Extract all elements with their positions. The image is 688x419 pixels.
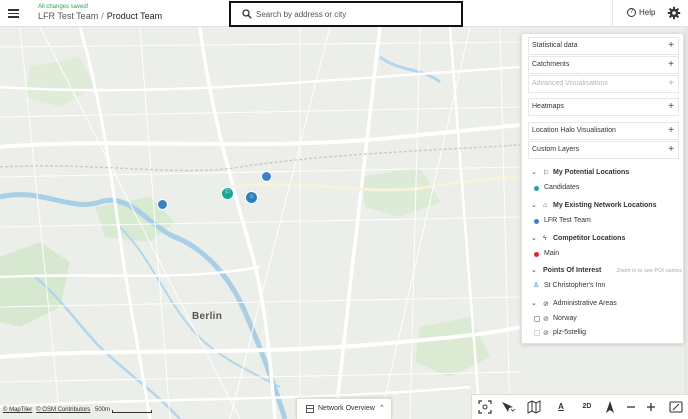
breadcrumb-separator: / (101, 11, 104, 21)
help-circle-icon: ? (627, 8, 636, 17)
existing-location-marker[interactable] (261, 171, 272, 182)
potential-location-marker[interactable]: ⚐ (221, 187, 234, 200)
search-icon (242, 9, 252, 19)
poi-icon: ♙ (533, 282, 540, 289)
network-location-marker[interactable]: ⌂ (245, 191, 258, 204)
fit-bounds-icon[interactable] (478, 400, 492, 414)
section-heatmaps[interactable]: Heatmaps + (528, 98, 679, 116)
section-label: Catchments (532, 61, 570, 68)
lightning-icon: ϟ (543, 235, 547, 242)
gear-icon[interactable] (667, 6, 681, 20)
group-label: Administrative Areas (553, 300, 617, 307)
group-potential-locations[interactable]: ⌄ ⚐ My Potential Locations (530, 167, 680, 181)
layers-panel: Statistical data + Catchments + Advanced… (521, 33, 684, 344)
layer-checkbox[interactable] (534, 330, 540, 336)
section-label: Statistical data (532, 42, 578, 49)
group-label: My Potential Locations (553, 169, 630, 176)
layer-color-dot (534, 219, 539, 224)
map-style-icon[interactable] (527, 400, 543, 414)
group-competitor-locations[interactable]: ⌄ ϟ Competitor Locations (530, 233, 680, 247)
layer-label: St Christopher's Inn (544, 282, 606, 289)
layer-norway[interactable]: ⊘ Norway (530, 314, 680, 326)
zoom-in-icon[interactable] (644, 400, 658, 414)
group-label: Competitor Locations (553, 235, 626, 242)
layer-plz-5stellig[interactable]: ⊘ plz-5stellig (530, 328, 680, 340)
breadcrumb-team[interactable]: LFR Test Team (38, 11, 98, 21)
plus-icon[interactable]: + (668, 40, 674, 51)
maptiler-link[interactable]: © MapTiler (3, 407, 32, 413)
section-catchments[interactable]: Catchments + (528, 56, 679, 74)
poi-zoom-hint: Zoom in to see POI names (616, 268, 682, 274)
layer-candidates[interactable]: Candidates (530, 183, 680, 195)
home-icon: ⌂ (543, 202, 548, 209)
help-button[interactable]: ? Help (612, 0, 660, 26)
section-label: Advanced Visualisations (532, 80, 608, 87)
breadcrumb-project[interactable]: Product Team (107, 11, 162, 21)
plus-icon[interactable]: + (668, 101, 674, 112)
top-bar: All changes saved! LFR Test Team / Product… (0, 0, 688, 27)
network-overview-button[interactable]: Network Overview ⌃ (296, 398, 392, 419)
section-label: Location Halo Visualisation (532, 127, 616, 134)
chevron-down-icon[interactable]: ⌄ (531, 299, 537, 307)
section-statistical-data[interactable]: Statistical data + (528, 37, 679, 55)
section-custom-layers[interactable]: Custom Layers + (528, 141, 679, 159)
layer-label: Candidates (544, 184, 580, 191)
plus-icon: + (668, 78, 674, 89)
section-label: Custom Layers (532, 146, 580, 153)
layer-main[interactable]: Main (530, 249, 680, 261)
hamburger-menu-icon[interactable] (6, 5, 22, 21)
network-overview-label: Network Overview (318, 405, 375, 412)
plus-icon[interactable]: + (668, 125, 674, 136)
chevron-down-icon[interactable]: ⌄ (531, 168, 537, 176)
plus-icon[interactable]: + (668, 144, 674, 155)
group-administrative-areas[interactable]: ⌄ ⊘ Administrative Areas (530, 298, 680, 312)
group-label: My Existing Network Locations (553, 202, 657, 209)
layer-label: Norway (553, 315, 577, 322)
chevron-down-icon[interactable]: ⌄ (531, 234, 537, 242)
layer-st-christophers-inn[interactable]: ♙ St Christopher's Inn (530, 281, 680, 293)
group-label: Points Of Interest (543, 267, 602, 274)
north-arrow-icon[interactable] (603, 400, 617, 414)
layer-checkbox[interactable] (534, 316, 540, 322)
zoom-out-icon[interactable] (624, 400, 638, 414)
section-advanced-visualisations: Advanced Visualisations + (528, 75, 679, 93)
map-toolbar: A 2D (471, 394, 688, 419)
plus-icon[interactable]: + (668, 59, 674, 70)
existing-location-marker[interactable] (157, 199, 168, 210)
section-location-halo[interactable]: Location Halo Visualisation + (528, 122, 679, 140)
scale-bar (112, 410, 152, 413)
eye-off-icon[interactable]: ⊘ (543, 315, 549, 323)
layer-label: plz-5stellig (553, 329, 587, 336)
breadcrumb: LFR Test Team / Product Team (38, 11, 162, 21)
search-input[interactable] (256, 6, 451, 22)
flag-icon: ⚐ (543, 170, 550, 177)
table-icon (306, 405, 314, 413)
eye-off-icon[interactable]: ⊘ (543, 329, 549, 337)
minimap-toggle-icon[interactable] (669, 400, 683, 414)
layer-label: LFR Test Team (544, 217, 591, 224)
chevron-down-icon[interactable]: ⌄ (531, 266, 537, 274)
osm-link[interactable]: © OSM Contributors (36, 407, 90, 413)
search-box[interactable] (229, 1, 463, 27)
save-status: All changes saved! (38, 4, 89, 10)
layer-color-dot (534, 186, 539, 191)
layer-label: Main (544, 250, 560, 257)
select-cursor-icon[interactable] (500, 400, 516, 414)
chevron-up-icon: ⌃ (379, 405, 385, 412)
group-existing-locations[interactable]: ⌄ ⌂ My Existing Network Locations (530, 200, 680, 214)
layer-color-dot (534, 252, 539, 257)
view-mode-toggle[interactable]: 2D (580, 400, 594, 414)
group-points-of-interest[interactable]: ⌄ Points Of Interest Zoom in to see POI … (530, 265, 682, 279)
help-label: Help (639, 8, 656, 17)
layer-lfr-test-team[interactable]: LFR Test Team (530, 216, 680, 228)
section-label: Heatmaps (532, 103, 564, 110)
map-attribution: © MapTiler © OSM Contributors (3, 407, 94, 413)
chevron-down-icon[interactable]: ⌄ (531, 201, 537, 209)
scale-label: 500m (95, 407, 111, 413)
label-style-button[interactable]: A (554, 400, 568, 414)
eye-off-icon[interactable]: ⊘ (543, 300, 549, 308)
map-city-label: Berlin (192, 311, 223, 322)
